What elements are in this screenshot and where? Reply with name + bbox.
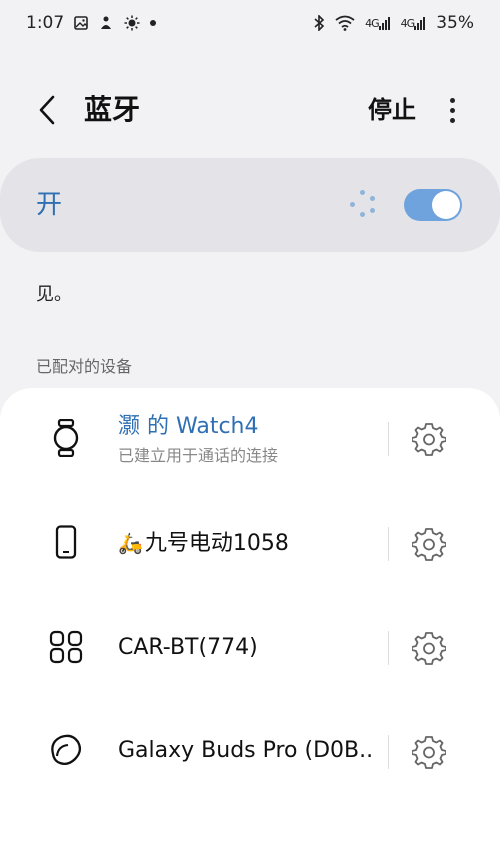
- device-settings-button[interactable]: [410, 629, 448, 667]
- device-row-watch[interactable]: 灏 的 Watch4 已建立用于通话的连接: [0, 388, 500, 492]
- status-bar: 1:07 4G 4G 35%: [0, 0, 500, 46]
- more-options-button[interactable]: [436, 92, 468, 128]
- device-row-buds[interactable]: Galaxy Buds Pro (D0B..: [0, 700, 500, 804]
- gear-icon: [412, 423, 446, 456]
- battery-percentage: 35%: [436, 13, 474, 33]
- gallery-icon: [74, 16, 88, 30]
- wifi-icon: [335, 15, 355, 31]
- app-bar: 蓝牙 停止: [0, 78, 500, 142]
- device-status: 已建立用于通话的连接: [118, 446, 279, 465]
- signal-label: 4G: [400, 16, 415, 30]
- bluetooth-switch[interactable]: [404, 189, 462, 221]
- stop-scan-button[interactable]: 停止: [368, 93, 416, 127]
- bluetooth-toggle-label: 开: [36, 190, 63, 220]
- divider: [388, 422, 389, 456]
- divider: [388, 735, 389, 769]
- notification-dot-icon: [150, 20, 157, 26]
- watch-icon: [46, 418, 86, 458]
- phone-icon: [46, 522, 86, 562]
- status-right: 4G 4G 35%: [313, 13, 474, 33]
- status-time: 1:07: [26, 13, 65, 33]
- device-name: 🛵九号电动1058: [118, 528, 289, 559]
- page-title: 蓝牙: [84, 93, 141, 126]
- earbuds-icon: [46, 730, 86, 770]
- gear-icon: [412, 632, 446, 665]
- paired-devices-list: 灏 的 Watch4 已建立用于通话的连接 🛵九号电动1058 CAR-BT(7…: [0, 388, 500, 848]
- device-settings-button[interactable]: [410, 525, 448, 563]
- bluetooth-icon: [313, 15, 325, 31]
- gear-icon: [412, 528, 446, 561]
- device-name: CAR-BT(774): [118, 635, 258, 660]
- signal-icon: 4G: [401, 16, 427, 30]
- chevron-left-icon: [39, 95, 55, 125]
- more-vertical-icon: [449, 97, 455, 103]
- status-left: 1:07: [26, 13, 157, 33]
- switch-knob: [432, 191, 460, 219]
- gear-icon: [412, 736, 446, 769]
- signal-icon: 4G: [365, 16, 391, 30]
- device-row-scooter[interactable]: 🛵九号电动1058: [0, 492, 500, 596]
- signal-label: 4G: [365, 16, 379, 30]
- paired-devices-header: 已配对的设备: [36, 357, 133, 376]
- device-settings-button[interactable]: [410, 420, 448, 458]
- device-settings-button[interactable]: [410, 733, 448, 771]
- back-button[interactable]: [30, 90, 66, 130]
- info-text: 见。: [36, 284, 72, 305]
- device-row-car[interactable]: CAR-BT(774): [0, 596, 500, 700]
- car-multimedia-icon: [46, 627, 86, 667]
- scooter-emoji-icon: 🛵: [118, 531, 143, 555]
- device-name: Galaxy Buds Pro (D0B..: [118, 738, 374, 763]
- brightness-icon: [124, 15, 140, 31]
- divider: [388, 527, 389, 561]
- divider: [388, 631, 389, 665]
- app-notification-icon: [98, 15, 114, 31]
- device-name: 灏 的 Watch4: [118, 414, 259, 439]
